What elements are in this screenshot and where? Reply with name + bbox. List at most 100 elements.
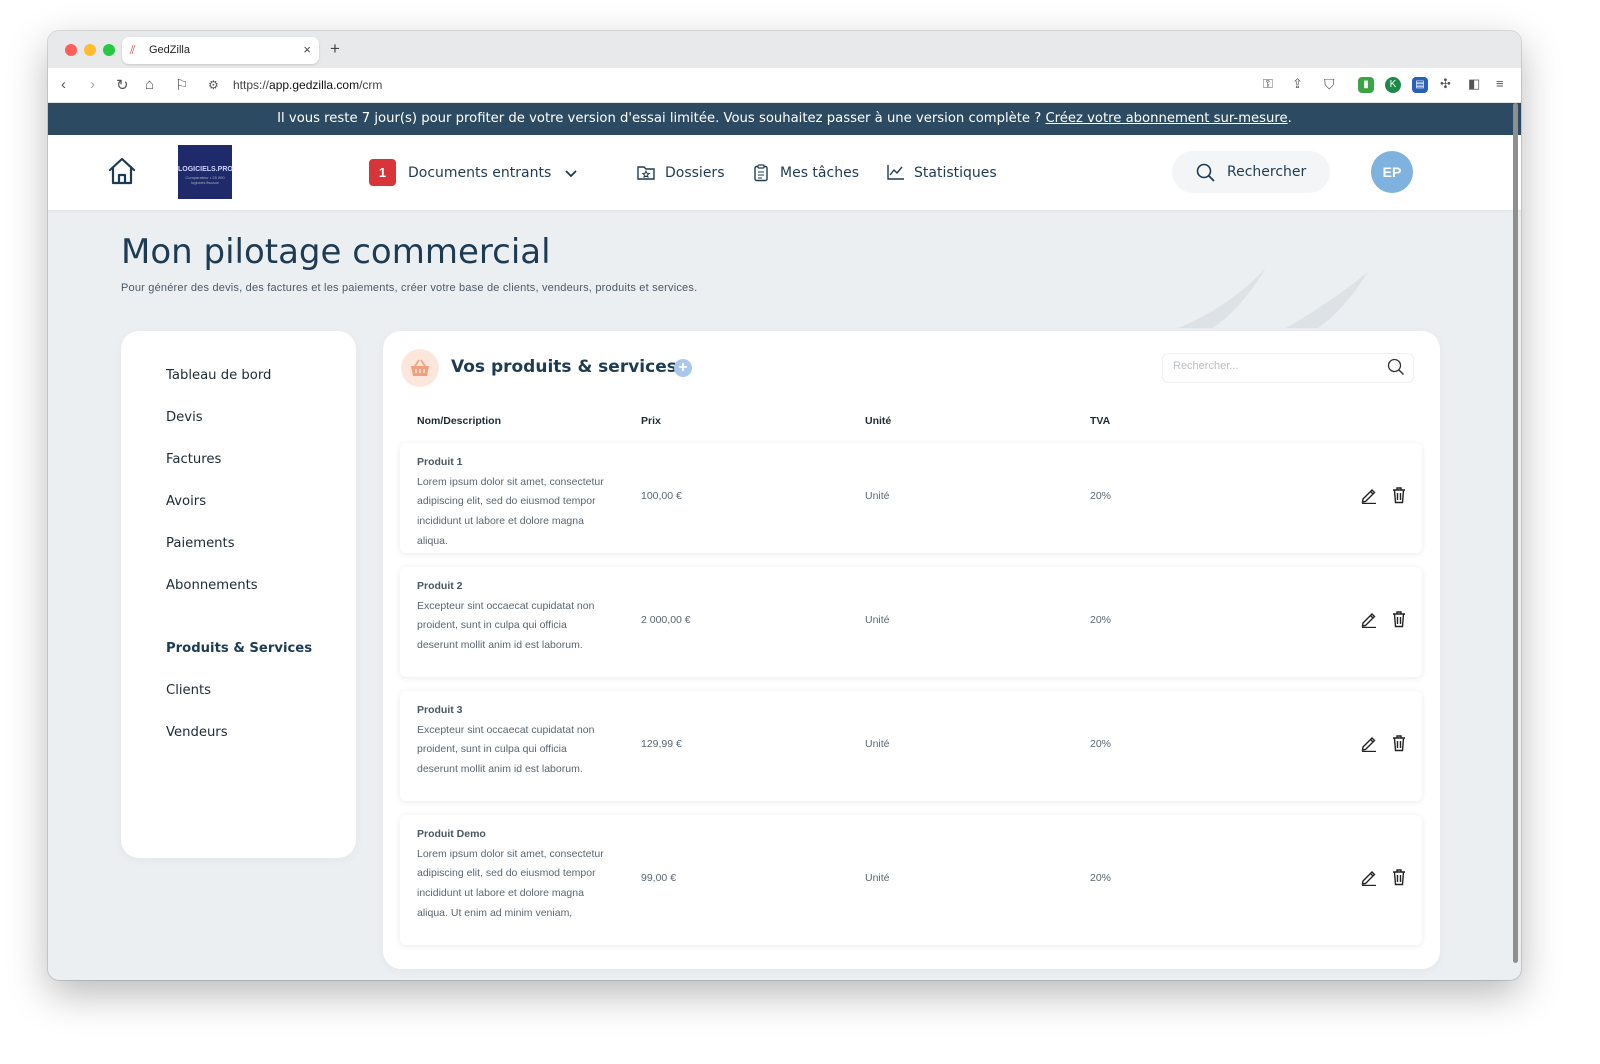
close-tab-icon[interactable]: × xyxy=(303,42,311,57)
sidebar-item-vendeurs[interactable]: Vendeurs xyxy=(166,725,228,740)
url-host: app.gedzilla.com xyxy=(269,78,360,92)
global-search-button[interactable]: Rechercher xyxy=(1172,151,1330,193)
banner-suffix: . xyxy=(1287,111,1292,126)
url-path: /crm xyxy=(359,78,383,92)
nav-statistiques[interactable]: Statistiques xyxy=(914,165,997,181)
trash-icon[interactable] xyxy=(1390,868,1408,886)
logo-subtext: Comparateur • 25 000 logiciels fiscaux xyxy=(185,175,225,185)
maximize-window-button[interactable] xyxy=(103,44,115,56)
nav-dossiers[interactable]: Dossiers xyxy=(665,165,725,181)
sidebar-toggle-icon[interactable]: ◧ xyxy=(1468,76,1480,92)
sidebar-item-paiements[interactable]: Paiements xyxy=(166,536,235,551)
edit-icon[interactable] xyxy=(1360,868,1378,886)
chevron-down-icon[interactable] xyxy=(564,166,578,180)
browser-toolbar: ‹ › ↻ ⌂ ⚐ ⚙ https://app.gedzilla.com/crm… xyxy=(48,68,1521,103)
sidebar-item-factures[interactable]: Factures xyxy=(166,452,221,467)
sidebar-item-abonnements[interactable]: Abonnements xyxy=(166,578,258,593)
product-description: Lorem ipsum dolor sit amet, consectetur … xyxy=(417,475,604,547)
new-tab-button[interactable]: + xyxy=(330,39,340,59)
table-row[interactable]: Produit 3 Excepteur sint occaecat cupidat… xyxy=(400,691,1422,801)
extension-k-icon[interactable]: K xyxy=(1385,77,1401,93)
add-product-button[interactable]: + xyxy=(674,359,692,377)
trash-icon[interactable] xyxy=(1390,734,1408,752)
site-settings-icon[interactable]: ⚙ xyxy=(208,78,219,92)
tab-title: GedZilla xyxy=(149,44,190,56)
product-search-field xyxy=(1162,353,1414,383)
sidebar-item-avoirs[interactable]: Avoirs xyxy=(166,494,206,509)
user-avatar[interactable]: EP xyxy=(1371,151,1413,193)
bookmark-icon[interactable]: ⚐ xyxy=(175,76,188,94)
table-row[interactable]: Produit 1 Lorem ipsum dolor sit amet, con… xyxy=(400,443,1422,553)
scrollbar[interactable] xyxy=(1513,103,1518,963)
subscription-link[interactable]: Créez votre abonnement sur-mesure xyxy=(1045,111,1287,126)
minimize-window-button[interactable] xyxy=(84,44,96,56)
key-icon[interactable]: ⚿ xyxy=(1263,76,1273,92)
url-prefix: https:// xyxy=(233,78,270,92)
product-tva: 20% xyxy=(1090,614,1112,626)
product-price: 99,00 € xyxy=(641,872,677,884)
edit-icon[interactable] xyxy=(1360,734,1378,752)
share-icon[interactable]: ⇪ xyxy=(1292,76,1303,92)
menu-icon[interactable]: ≡ xyxy=(1496,76,1504,91)
products-panel: Vos produits & services + Nom/Descriptio… xyxy=(383,331,1440,969)
home-icon[interactable] xyxy=(106,155,138,192)
sidebar-item-tableau-de-bord[interactable]: Tableau de bord xyxy=(166,368,271,383)
product-unit: Unité xyxy=(865,738,890,750)
company-logo[interactable]: LOGICIELS.PRO Comparateur • 25 000 logic… xyxy=(178,145,233,199)
basket-icon xyxy=(401,349,439,387)
edit-icon[interactable] xyxy=(1360,486,1378,504)
global-search-label: Rechercher xyxy=(1227,164,1307,180)
folder-star-icon xyxy=(637,166,655,180)
nav-mes-taches[interactable]: Mes tâches xyxy=(780,165,859,181)
product-name-cell: Produit 3 Excepteur sint occaecat cupidat… xyxy=(417,701,607,780)
table-row[interactable]: Produit Demo Lorem ipsum dolor sit amet, … xyxy=(400,815,1422,945)
browser-tab[interactable]: ⫽ GedZilla × xyxy=(122,37,319,64)
product-name: Produit 3 xyxy=(417,704,463,716)
search-icon xyxy=(1196,163,1215,182)
trash-icon[interactable] xyxy=(1390,486,1408,504)
page-title: Mon pilotage commercial xyxy=(121,232,551,272)
app-header: LOGICIELS.PRO Comparateur • 25 000 logic… xyxy=(48,135,1521,210)
search-icon[interactable] xyxy=(1387,358,1405,376)
trial-banner: Il vous reste 7 jour(s) pour profiter de… xyxy=(48,103,1521,135)
product-description: Excepteur sint occaecat cupidatat non pr… xyxy=(417,723,595,776)
sidebar-item-clients[interactable]: Clients xyxy=(166,683,211,698)
clipboard-icon xyxy=(754,164,768,182)
back-icon[interactable]: ‹ xyxy=(61,76,66,93)
sidebar-item-devis[interactable]: Devis xyxy=(166,410,203,425)
panel-title: Vos produits & services xyxy=(451,357,677,377)
extension-green-icon[interactable]: ▮ xyxy=(1358,77,1374,93)
product-description: Lorem ipsum dolor sit amet, consectetur … xyxy=(417,847,604,919)
product-search-input[interactable] xyxy=(1171,359,1375,373)
reload-icon[interactable]: ↻ xyxy=(116,76,129,94)
product-price: 100,00 € xyxy=(641,490,682,502)
product-name-cell: Produit 2 Excepteur sint occaecat cupidat… xyxy=(417,577,607,656)
column-header-name: Nom/Description xyxy=(417,415,502,427)
sidebar-item-produits-services[interactable]: Produits & Services xyxy=(166,641,312,656)
nav-documents-entrants[interactable]: Documents entrants xyxy=(408,165,551,181)
product-tva: 20% xyxy=(1090,490,1112,502)
product-unit: Unité xyxy=(865,872,890,884)
extension-new-icon[interactable]: ▤ xyxy=(1412,77,1428,93)
forward-icon[interactable]: › xyxy=(90,76,95,93)
product-name-cell: Produit 1 Lorem ipsum dolor sit amet, con… xyxy=(417,453,607,552)
home-button-icon[interactable]: ⌂ xyxy=(145,76,154,93)
product-price: 2 000,00 € xyxy=(641,614,691,626)
edit-icon[interactable] xyxy=(1360,610,1378,628)
banner-text: Il vous reste 7 jour(s) pour profiter de… xyxy=(277,111,1046,126)
product-price: 129,99 € xyxy=(641,738,682,750)
product-unit: Unité xyxy=(865,490,890,502)
product-name: Produit 2 xyxy=(417,580,463,592)
product-unit: Unité xyxy=(865,614,890,626)
decorative-shape xyxy=(1178,268,1368,328)
column-header-price: Prix xyxy=(641,415,661,427)
shield-icon[interactable]: ⛉ xyxy=(1324,76,1335,93)
product-name: Produit 1 xyxy=(417,456,463,468)
puzzle-icon[interactable]: ✣ xyxy=(1440,76,1451,92)
close-window-button[interactable] xyxy=(65,44,77,56)
chart-line-icon xyxy=(887,165,904,180)
logo-text: LOGICIELS.PRO xyxy=(178,166,233,173)
trash-icon[interactable] xyxy=(1390,610,1408,628)
table-row[interactable]: Produit 2 Excepteur sint occaecat cupidat… xyxy=(400,567,1422,677)
address-bar[interactable]: https://app.gedzilla.com/crm xyxy=(233,78,382,92)
